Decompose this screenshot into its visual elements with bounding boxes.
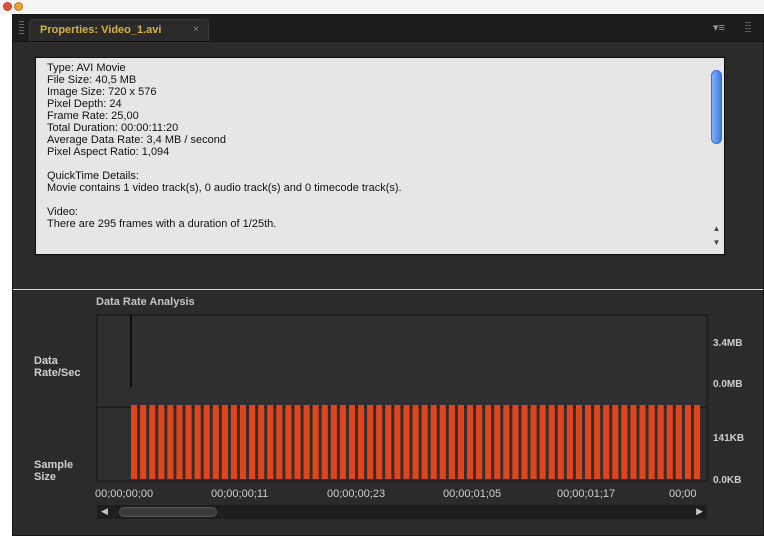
- sample-size-bar: [239, 405, 247, 479]
- sample-size-bar: [312, 405, 319, 479]
- sample-size-bar: [376, 405, 383, 479]
- sample-size-bar: [330, 405, 337, 479]
- sample-size-bar: [639, 405, 646, 479]
- sample-size-bar: [249, 405, 256, 479]
- data-rate-chart: 3.4MB 0.0MB 141KB 0.0KB 00;00;00;00 00;00;00;…: [95, 314, 744, 500]
- sample-size-bar: [430, 405, 437, 479]
- sample-size-bar: [394, 405, 401, 479]
- scroll-left-icon[interactable]: ◀: [101, 506, 108, 517]
- sample-size-bar: [448, 405, 455, 479]
- sample-size-bar: [203, 405, 210, 479]
- x-tick-label: 00;00;00;11: [211, 488, 268, 500]
- horizontal-scrollbar[interactable]: ◀ ▶: [97, 505, 707, 519]
- horizontal-scroll-thumb[interactable]: [119, 507, 217, 517]
- sample-size-bar: [657, 405, 664, 479]
- sample-size-bar: [684, 405, 692, 479]
- sample-size-bar: [212, 405, 219, 479]
- sample-size-bar: [267, 405, 274, 479]
- sample-size-bar: [512, 405, 519, 479]
- sample-size-bar: [421, 405, 428, 479]
- sample-size-bar: [503, 405, 510, 479]
- sample-size-bar: [131, 405, 138, 479]
- sample-size-bar: [385, 405, 392, 479]
- sample-size-bar: [412, 405, 419, 479]
- sample-size-bar: [457, 405, 465, 479]
- window-titlebar: [0, 0, 764, 14]
- sample-size-bar: [621, 405, 628, 479]
- sample-size-bar: [339, 405, 346, 479]
- sample-size-bar: [194, 405, 201, 479]
- sample-size-bar: [276, 405, 283, 479]
- sample-size-bar: [548, 405, 555, 479]
- sample-size-bar: [648, 405, 655, 479]
- y-tick-label: 0.0KB: [713, 475, 741, 486]
- sample-size-bar: [321, 405, 328, 479]
- sample-size-bar: [693, 405, 701, 479]
- y-tick-label: 141KB: [713, 433, 744, 444]
- properties-panel: Properties: Video_1.avi × ▾≡ Type: AVI M…: [12, 14, 764, 536]
- sample-size-bar: [221, 405, 228, 479]
- x-tick-label: 00;00: [669, 488, 697, 500]
- sample-size-bar: [357, 405, 365, 479]
- sample-size-bar: [439, 405, 446, 479]
- y-tick-label: 3.4MB: [713, 338, 742, 349]
- sample-size-bar: [140, 405, 147, 479]
- data-rate-plot-area: [96, 314, 708, 408]
- y-tick-label: 0.0MB: [713, 379, 742, 390]
- sample-size-bar: [584, 405, 592, 479]
- sample-size-bar: [403, 405, 410, 479]
- sample-size-bar: [285, 405, 292, 479]
- sample-size-bar: [303, 405, 310, 479]
- sample-size-bar: [666, 405, 673, 479]
- sample-size-bar: [485, 405, 492, 479]
- sample-size-bar: [167, 405, 174, 479]
- sample-size-bar: [258, 405, 265, 479]
- sample-size-bar: [675, 405, 682, 479]
- minimize-window-icon[interactable]: [14, 2, 23, 11]
- sample-size-bar: [294, 405, 301, 479]
- sample-size-bar: [521, 405, 528, 479]
- sample-size-bar: [557, 405, 564, 479]
- close-window-icon[interactable]: [3, 2, 12, 11]
- sample-size-bar: [185, 405, 192, 479]
- sample-size-bar: [575, 405, 583, 479]
- sample-size-bar: [630, 405, 637, 479]
- sample-size-bar: [348, 405, 356, 479]
- sample-size-bar: [594, 405, 601, 479]
- sample-size-bar: [539, 405, 546, 479]
- sample-size-bar: [476, 405, 483, 479]
- sample-size-bar: [367, 405, 374, 479]
- sample-size-bar: [158, 405, 165, 479]
- sample-size-bar: [230, 405, 238, 479]
- sample-size-bar: [612, 405, 619, 479]
- scroll-right-icon[interactable]: ▶: [696, 506, 703, 517]
- sample-size-bar: [149, 405, 156, 479]
- x-tick-label: 00;00;00;23: [327, 488, 385, 500]
- sample-size-bar: [494, 405, 501, 479]
- sample-size-bar: [176, 405, 183, 479]
- sample-size-bar: [603, 405, 610, 479]
- x-tick-label: 00;00;01;17: [557, 488, 615, 500]
- x-tick-label: 00;00;00;00: [95, 488, 153, 500]
- sample-size-bar: [530, 405, 537, 479]
- sample-size-bar: [566, 405, 573, 479]
- sample-size-bar: [466, 405, 474, 479]
- x-tick-label: 00;00;01;05: [443, 488, 501, 500]
